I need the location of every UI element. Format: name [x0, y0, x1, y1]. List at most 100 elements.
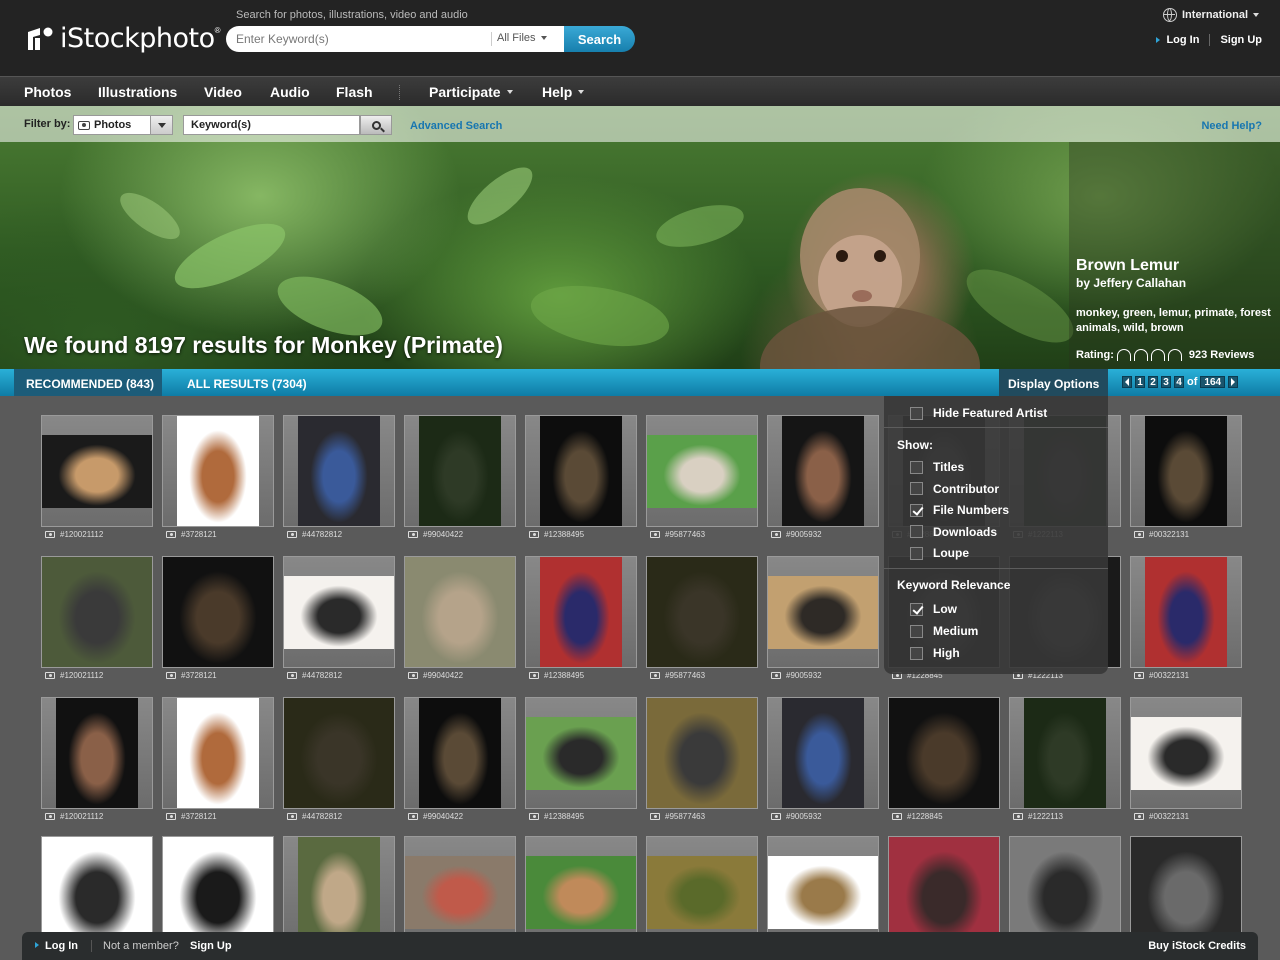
nav-participate[interactable]: Participate — [429, 84, 513, 100]
checkbox[interactable] — [910, 546, 923, 560]
international-selector[interactable]: International — [1163, 8, 1260, 22]
thumbnail-image[interactable] — [889, 837, 999, 947]
nav-photos[interactable]: Photos — [24, 84, 71, 100]
thumbnail-image[interactable] — [647, 557, 757, 667]
tab-recommended[interactable]: RECOMMENDED (843) — [14, 369, 162, 396]
advanced-search-link[interactable]: Advanced Search — [410, 120, 502, 132]
thumbnail-image[interactable] — [647, 698, 757, 808]
relevance-option[interactable]: Low — [910, 602, 957, 616]
thumbnail-image[interactable] — [782, 416, 864, 526]
thumbnail[interactable] — [41, 697, 153, 809]
file-number[interactable]: #00322131 — [1149, 812, 1189, 821]
thumbnail-image[interactable] — [782, 698, 864, 808]
thumbnail[interactable] — [1130, 697, 1242, 809]
thumbnail[interactable] — [1009, 697, 1121, 809]
thumbnail-image[interactable] — [177, 416, 259, 526]
thumbnail[interactable] — [767, 556, 879, 668]
search-input[interactable] — [236, 31, 486, 47]
thumbnail-image[interactable] — [1131, 837, 1241, 947]
thumbnail-image[interactable] — [177, 698, 259, 808]
next-page-button[interactable] — [1228, 376, 1239, 388]
file-number[interactable]: #9005932 — [786, 671, 822, 680]
thumbnail-image[interactable] — [647, 855, 757, 929]
file-number[interactable]: #12388495 — [544, 530, 584, 539]
thumbnail[interactable] — [767, 697, 879, 809]
thumbnail[interactable] — [404, 697, 516, 809]
thumbnail[interactable] — [162, 415, 274, 527]
file-number[interactable]: #00322131 — [1149, 530, 1189, 539]
total-pages[interactable]: 164 — [1200, 376, 1226, 388]
checkbox[interactable] — [910, 482, 923, 495]
file-number[interactable]: #3728121 — [181, 671, 217, 680]
thumbnail[interactable] — [283, 556, 395, 668]
thumbnail-image[interactable] — [405, 855, 515, 929]
thumbnail[interactable] — [162, 697, 274, 809]
file-number[interactable]: #1228845 — [907, 812, 943, 821]
thumbnail[interactable] — [162, 556, 274, 668]
thumbnail[interactable] — [283, 415, 395, 527]
file-number[interactable]: #3728121 — [181, 812, 217, 821]
thumbnail[interactable] — [646, 415, 758, 527]
thumbnail[interactable] — [1130, 556, 1242, 668]
file-type-select[interactable]: All Files — [497, 32, 547, 44]
file-number[interactable]: #44782812 — [302, 812, 342, 821]
thumbnail-image[interactable] — [419, 698, 501, 808]
file-number[interactable]: #9005932 — [786, 530, 822, 539]
istockphoto-logo[interactable]: iStockphoto ® — [24, 22, 221, 54]
file-number[interactable]: #95877463 — [665, 812, 705, 821]
filter-type-select[interactable]: Photos — [73, 115, 173, 135]
thumbnail-image[interactable] — [1024, 698, 1106, 808]
nav-audio[interactable]: Audio — [270, 84, 310, 100]
thumbnail[interactable] — [404, 556, 516, 668]
keyword-filter-input[interactable] — [183, 115, 360, 135]
tab-all-results[interactable]: ALL RESULTS (7304) — [187, 377, 307, 391]
footer-login-link[interactable]: Log In — [45, 940, 78, 952]
show-option[interactable]: Titles — [910, 460, 964, 474]
thumbnail[interactable] — [646, 556, 758, 668]
thumbnail[interactable] — [525, 556, 637, 668]
file-number[interactable]: #120021112 — [60, 671, 103, 680]
checkbox[interactable] — [910, 525, 923, 538]
thumbnail-image[interactable] — [284, 698, 394, 808]
file-number[interactable]: #1222113 — [1028, 812, 1063, 821]
thumbnail-image[interactable] — [163, 837, 273, 947]
nav-flash[interactable]: Flash — [336, 84, 373, 100]
buy-credits-link[interactable]: Buy iStock Credits — [1148, 940, 1246, 952]
page-link[interactable]: 3 — [1161, 376, 1171, 388]
checkbox[interactable] — [910, 406, 923, 420]
file-number[interactable]: #99040422 — [423, 671, 463, 680]
login-link[interactable]: Log In — [1166, 34, 1199, 46]
page-link[interactable]: 1 — [1135, 376, 1145, 388]
thumbnail[interactable] — [404, 415, 516, 527]
thumbnail-image[interactable] — [526, 855, 636, 929]
thumbnail-image[interactable] — [768, 575, 878, 649]
nav-illustrations[interactable]: Illustrations — [98, 84, 177, 100]
thumbnail-image[interactable] — [42, 557, 152, 667]
thumbnail-image[interactable] — [889, 698, 999, 808]
show-option[interactable]: File Numbers — [910, 503, 1009, 517]
need-help-link[interactable]: Need Help? — [1201, 120, 1262, 132]
checkbox-checked[interactable] — [910, 602, 923, 616]
thumbnail[interactable] — [1130, 415, 1242, 527]
file-number[interactable]: #99040422 — [423, 530, 463, 539]
file-number[interactable]: #95877463 — [665, 530, 705, 539]
thumbnail[interactable] — [767, 415, 879, 527]
file-number[interactable]: #120021112 — [60, 530, 103, 539]
file-number[interactable]: #00322131 — [1149, 671, 1189, 680]
reviews-count[interactable]: 923 Reviews — [1189, 349, 1254, 361]
thumbnail-image[interactable] — [1145, 416, 1227, 526]
thumbnail[interactable] — [525, 415, 637, 527]
file-number[interactable]: #12388495 — [544, 812, 584, 821]
footer-signup-link[interactable]: Sign Up — [190, 940, 232, 952]
file-number[interactable]: #99040422 — [423, 812, 463, 821]
thumbnail-image[interactable] — [1131, 716, 1241, 790]
thumbnail-image[interactable] — [526, 716, 636, 790]
featured-photo-author[interactable]: by Jeffery Callahan — [1076, 276, 1186, 290]
thumbnail-image[interactable] — [405, 557, 515, 667]
keyword-search-button[interactable] — [360, 115, 392, 135]
thumbnail[interactable] — [646, 697, 758, 809]
thumbnail-image[interactable] — [298, 837, 380, 947]
thumbnail[interactable] — [888, 697, 1000, 809]
nav-help[interactable]: Help — [542, 84, 585, 100]
file-number[interactable]: #120021112 — [60, 812, 103, 821]
